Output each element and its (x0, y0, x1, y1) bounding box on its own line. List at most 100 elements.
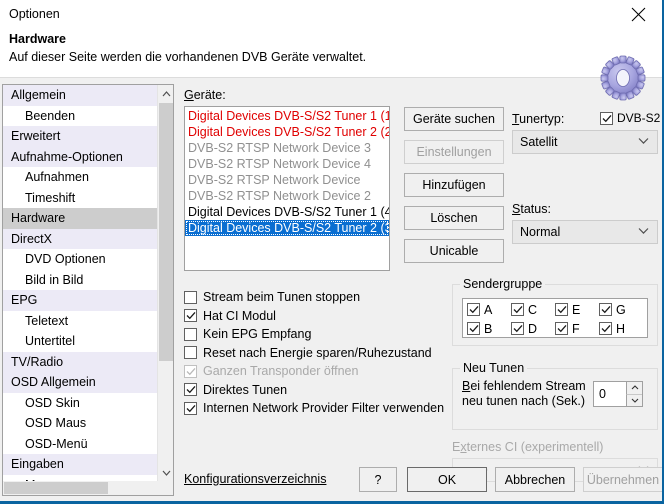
device-list-item[interactable]: DVB-S2 RTSP Network Device 4 (185, 156, 389, 172)
option-checkbox-label: Kein EPG Empfang (203, 327, 312, 342)
sidebar-item-osd-allgemein[interactable]: OSD Allgemein (3, 372, 158, 393)
help-button[interactable]: ? (359, 467, 397, 492)
config-directory-link[interactable]: Konfigurationsverzeichnis (184, 472, 326, 486)
close-icon (631, 7, 646, 22)
devices-listbox[interactable]: Digital Devices DVB-S/S2 Tuner 1 (1) Digi… (184, 106, 390, 271)
unicable-button[interactable]: Unicable (404, 239, 504, 263)
checkbox-box (184, 364, 197, 378)
sidebar-item-erweitert[interactable]: Erweitert (3, 126, 158, 147)
chevron-up-icon[interactable] (158, 85, 173, 102)
sidebar-item-aufnahmen[interactable]: Aufnahmen (3, 167, 158, 188)
cancel-button[interactable]: Abbrechen (495, 467, 575, 492)
delete-device-button[interactable]: Löschen (404, 206, 504, 230)
sendergruppe-checkbox-h[interactable]: H (599, 322, 643, 336)
option-checkbox-row[interactable]: Stream beim Tunen stoppen (184, 288, 444, 307)
sendergruppe-label: A (484, 302, 493, 317)
chevron-down-icon[interactable] (158, 464, 173, 481)
option-checkbox-row[interactable]: Internen Network Provider Filter verwend… (184, 399, 444, 418)
option-checkbox-label: Internen Network Provider Filter verwend… (203, 401, 445, 416)
search-devices-button[interactable]: Geräte suchen (404, 107, 504, 131)
device-list-item[interactable]: DVB-S2 RTSP Network Device (185, 172, 389, 188)
sidebar-item-dvd-optionen[interactable]: DVD Optionen (3, 249, 158, 270)
page-subtitle: Auf dieser Seite werden die vorhandenen … (9, 50, 367, 64)
device-list-item[interactable]: Digital Devices DVB-S/S2 Tuner 1 (4) (185, 204, 389, 220)
sendergruppe-checkbox-grid: A C E G B D F H (462, 298, 648, 338)
sidebar-item-teletext[interactable]: Teletext (3, 310, 158, 331)
neu-tunen-spinner[interactable]: 0 (593, 381, 643, 407)
sendergruppe-label: B (484, 321, 493, 336)
dialog-button-bar: Konfigurationsverzeichnis ? OK Abbrechen… (176, 466, 662, 498)
external-ci-label: Externes CI (experimentell) (452, 440, 604, 454)
close-button[interactable] (616, 0, 660, 29)
tree-scroll-thumb[interactable] (159, 103, 173, 361)
sendergruppe-checkbox-e[interactable]: E (555, 303, 599, 317)
tunertype-label: Tunertyp: (512, 112, 565, 126)
tunertype-select[interactable]: Satellit (512, 130, 658, 154)
sidebar-item-eingaben[interactable]: Eingaben (3, 454, 158, 475)
page-title: Hardware (9, 32, 66, 46)
option-checkbox-row[interactable]: Kein EPG Empfang (184, 325, 444, 344)
window-title: Optionen (9, 7, 60, 21)
sendergruppe-label: H (616, 321, 626, 336)
spinner-arrows[interactable] (626, 382, 642, 406)
sidebar-item-timeshift[interactable]: Timeshift (3, 187, 158, 208)
settings-tree-list: Allgemein Beenden Erweitert Aufnahme-Option… (3, 85, 158, 481)
chevron-down-icon (638, 137, 649, 148)
dvbs2-checkbox[interactable]: DVB-S2 (600, 111, 660, 125)
device-list-item[interactable]: DVB-S2 RTSP Network Device 2 (185, 188, 389, 204)
sendergruppe-checkbox-b[interactable]: B (467, 322, 511, 336)
sidebar-item-osd-men[interactable]: OSD-Menü (3, 433, 158, 454)
spinner-down-icon[interactable] (626, 394, 642, 406)
settings-button: Einstellungen (404, 140, 504, 164)
sidebar-item-directx[interactable]: DirectX (3, 228, 158, 249)
sendergruppe-checkbox-a[interactable]: A (467, 303, 511, 317)
dvbs2-checkbox-box (600, 111, 613, 125)
status-value: Normal (520, 225, 561, 239)
sidebar-item-allgemein[interactable]: Allgemein (3, 85, 158, 106)
checkbox-box (599, 303, 612, 316)
checkbox-box (467, 322, 480, 335)
checkbox-box (599, 322, 612, 335)
settings-tree[interactable]: Allgemein Beenden Erweitert Aufnahme-Option… (2, 84, 174, 496)
tree-horizontal-scrollbar[interactable] (3, 481, 173, 495)
option-checkbox-row[interactable]: Hat CI Modul (184, 307, 444, 326)
neu-tunen-value[interactable]: 0 (594, 387, 606, 401)
sidebar-item-bild-in-bild[interactable]: Bild in Bild (3, 269, 158, 290)
sendergruppe-checkbox-g[interactable]: G (599, 303, 643, 317)
checkbox-box (511, 322, 524, 335)
sidebar-item-osd-skin[interactable]: OSD Skin (3, 392, 158, 413)
sendergruppe-checkbox-d[interactable]: D (511, 322, 555, 336)
status-select[interactable]: Normal (512, 220, 658, 244)
tunertype-value: Satellit (520, 135, 558, 149)
add-device-button[interactable]: Hinzufügen (404, 173, 504, 197)
sidebar-item-beenden[interactable]: Beenden (3, 105, 158, 126)
device-list-item[interactable]: Digital Devices DVB-S/S2 Tuner 2 (2) (185, 124, 389, 140)
sidebar-item-osd-maus[interactable]: OSD Maus (3, 413, 158, 434)
option-checkbox-label: Reset nach Energie sparen/Ruhezustand (203, 345, 432, 360)
sidebar-item-untertitel[interactable]: Untertitel (3, 331, 158, 352)
dvbs2-label: DVB-S2 (617, 111, 661, 125)
tree-vertical-scrollbar[interactable] (157, 85, 173, 481)
device-list-item[interactable]: DVB-S2 RTSP Network Device 3 (185, 140, 389, 156)
ok-button[interactable]: OK (407, 467, 487, 492)
sidebar-item-epg[interactable]: EPG (3, 290, 158, 311)
sendergruppe-checkbox-c[interactable]: C (511, 303, 555, 317)
device-list-item[interactable]: Digital Devices DVB-S/S2 Tuner 1 (1) (185, 108, 389, 124)
checkbox-box (511, 303, 524, 316)
option-checkbox-row[interactable]: Reset nach Energie sparen/Ruhezustand (184, 344, 444, 363)
option-checkbox-row[interactable]: Direktes Tunen (184, 381, 444, 400)
sidebar-item-hardware[interactable]: Hardware (3, 208, 158, 229)
sidebar-item-tv-radio[interactable]: TV/Radio (3, 351, 158, 372)
checkbox-box (184, 327, 197, 341)
apply-button: Übernehmen (583, 467, 662, 492)
status-label: Status: (512, 202, 551, 216)
sendergruppe-checkbox-f[interactable]: F (555, 322, 599, 336)
device-list-item[interactable]: Digital Devices DVB-S/S2 Tuner 2 (3) (185, 220, 389, 236)
sendergruppe-label: D (528, 321, 538, 336)
hardware-options-list: Stream beim Tunen stoppen Hat CI Modul Kei… (184, 288, 444, 418)
sendergruppe-label: C (528, 302, 538, 317)
spinner-up-icon[interactable] (626, 382, 642, 395)
option-checkbox-row: Ganzen Transponder öffnen (184, 362, 444, 381)
tree-hscroll-thumb[interactable] (4, 482, 108, 494)
sidebar-item-aufnahme-optionen[interactable]: Aufnahme-Optionen (3, 146, 158, 167)
